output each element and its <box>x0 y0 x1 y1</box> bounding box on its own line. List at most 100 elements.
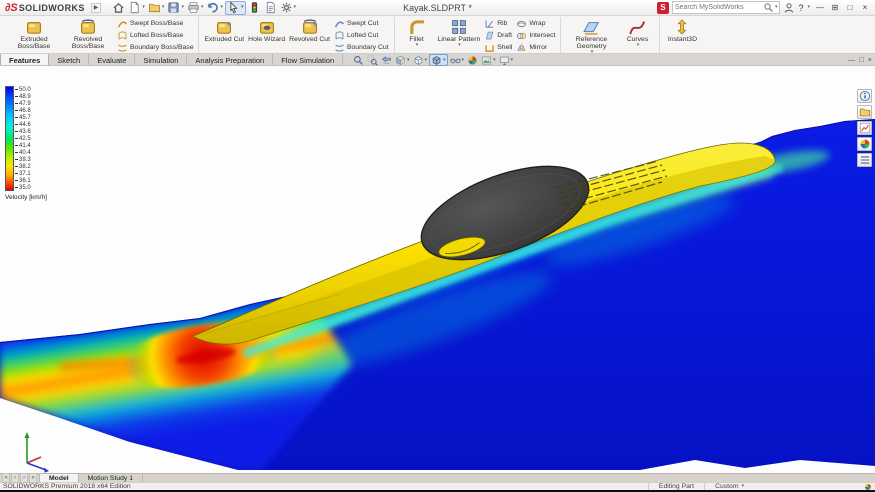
hide-show-items-button[interactable]: ▾ <box>449 54 466 66</box>
tab-evaluate[interactable]: Evaluate <box>89 54 135 65</box>
zoom-to-fit-button[interactable] <box>352 54 365 66</box>
menu-flyout-button[interactable]: ▶ <box>91 3 102 13</box>
dropdown-caret[interactable]: ▾ <box>294 5 297 10</box>
status-options-icon[interactable] <box>864 483 872 491</box>
file-properties-button[interactable] <box>263 1 278 15</box>
dropdown-caret[interactable]: ▾ <box>142 5 145 10</box>
draft-button[interactable]: Draft <box>484 30 512 41</box>
user-account-icon[interactable] <box>783 2 795 14</box>
dropdown-caret[interactable]: ▾ <box>511 58 514 63</box>
linear-pattern-button[interactable]: Linear Pattern▾ <box>436 17 483 53</box>
tab-scroll-button[interactable]: › <box>20 473 28 483</box>
boundary-cut-button[interactable]: Boundary Cut <box>334 42 389 53</box>
info-button[interactable] <box>857 89 872 103</box>
tab-simulation[interactable]: Simulation <box>135 54 187 65</box>
info-icon <box>859 90 871 102</box>
appearance-button[interactable] <box>857 137 872 151</box>
doc-restore-button[interactable]: □ <box>859 56 864 64</box>
revolved-boss-base-button[interactable]: Revolved Boss/Base <box>61 17 115 53</box>
search-icon[interactable] <box>763 2 774 13</box>
section-view-button[interactable]: ▾ <box>394 54 411 66</box>
dropdown-caret[interactable]: ▾ <box>493 58 496 63</box>
list-button[interactable] <box>857 153 872 167</box>
search-dropdown-caret[interactable]: ▾ <box>775 5 778 10</box>
help-button[interactable]: ? <box>798 3 803 13</box>
wrap-icon <box>516 18 527 29</box>
tab-scroll-button[interactable]: « <box>2 473 10 483</box>
lofted-cut-button[interactable]: Lofted Cut <box>334 30 389 41</box>
unit-system-selector[interactable]: Custom ▾ <box>704 483 754 490</box>
graphics-viewport[interactable] <box>0 66 875 473</box>
select-button[interactable]: ▾ <box>225 1 246 15</box>
dropdown-caret[interactable]: ▾ <box>181 5 184 10</box>
tab-features[interactable]: Features <box>0 54 49 65</box>
maximize-button[interactable]: ⊞ <box>828 1 842 14</box>
search-input[interactable] <box>675 4 763 11</box>
save-button[interactable]: ▾ <box>166 1 185 15</box>
hole-wizard-button[interactable]: Hole Wizard <box>246 17 287 53</box>
open-button[interactable]: ▾ <box>147 1 166 15</box>
extruded-cut-button[interactable]: Extruded Cut <box>202 17 246 53</box>
doc-close-button[interactable]: × <box>868 56 872 64</box>
print-button[interactable]: ▾ <box>186 1 205 15</box>
display-style-button[interactable]: ▾ <box>429 54 448 66</box>
close-button[interactable]: × <box>858 1 872 14</box>
mirror-button[interactable]: Mirror <box>516 42 555 53</box>
button-label: Hole Wizard <box>248 36 285 43</box>
tab-model[interactable]: Model <box>40 474 79 482</box>
tab-scroll-button[interactable]: ‹ <box>11 473 19 483</box>
dropdown-caret[interactable]: ▾ <box>416 43 419 48</box>
dropdown-caret[interactable]: ▾ <box>201 5 204 10</box>
tab-flow-simulation[interactable]: Flow Simulation <box>273 54 343 65</box>
view-orientation-button[interactable]: ▾ <box>412 54 429 66</box>
dropdown-caret[interactable]: ▾ <box>162 5 165 10</box>
doc-minimize-button[interactable]: — <box>848 56 856 64</box>
section-view-icon <box>395 55 406 66</box>
options-button[interactable]: ▾ <box>279 1 298 15</box>
home-button[interactable] <box>111 1 126 15</box>
help-dropdown-caret[interactable]: ▾ <box>807 5 810 10</box>
legend-tick <box>15 180 18 181</box>
dropdown-caret[interactable]: ▾ <box>220 5 223 10</box>
curves-button[interactable]: Curves▾ <box>618 17 656 53</box>
rib-button[interactable]: Rib <box>484 18 512 29</box>
undo-icon <box>206 1 219 14</box>
edit-appearance-button[interactable] <box>466 54 479 66</box>
solidworks-search-badge-icon: S <box>657 2 669 14</box>
view-settings-button[interactable]: ▾ <box>498 54 515 66</box>
new-button[interactable]: ▾ <box>127 1 146 15</box>
tab-sketch[interactable]: Sketch <box>49 54 89 65</box>
undo-button[interactable]: ▾ <box>205 1 224 15</box>
plot-button[interactable] <box>857 121 872 135</box>
tab-analysis-preparation[interactable]: Analysis Preparation <box>187 54 273 65</box>
instant3d-button[interactable]: Instant3D <box>663 17 701 53</box>
dropdown-caret[interactable]: ▾ <box>407 58 410 63</box>
unit-system-caret[interactable]: ▾ <box>741 484 744 489</box>
dropdown-caret[interactable]: ▾ <box>425 58 428 63</box>
revolved-cut-button[interactable]: Revolved Cut <box>287 17 332 53</box>
rebuild-button[interactable] <box>247 1 262 15</box>
swept-cut-button[interactable]: Swept Cut <box>334 18 389 29</box>
lofted-boss-base-button[interactable]: Lofted Boss/Base <box>117 30 193 41</box>
boundary-boss-base-button[interactable]: Boundary Boss/Base <box>117 42 193 53</box>
restore-button[interactable]: □ <box>843 1 857 14</box>
extruded-boss-base-button[interactable]: Extruded Boss/Base <box>7 17 61 53</box>
minimize-button[interactable]: — <box>813 1 827 14</box>
tab-motion-study-1[interactable]: Motion Study 1 <box>79 474 143 482</box>
dropdown-caret[interactable]: ▾ <box>462 58 465 63</box>
dropdown-caret[interactable]: ▾ <box>443 58 446 63</box>
reference-geometry-button[interactable]: Reference Geometry▾ <box>564 17 618 53</box>
fillet-button[interactable]: Fillet▾ <box>398 17 436 53</box>
apply-scene-button[interactable]: ▾ <box>480 54 497 66</box>
dropdown-caret[interactable]: ▾ <box>458 43 461 48</box>
dropdown-caret[interactable]: ▾ <box>637 43 640 48</box>
swept-boss-base-button[interactable]: Swept Boss/Base <box>117 18 193 29</box>
intersect-button[interactable]: Intersect <box>516 30 555 41</box>
wrap-button[interactable]: Wrap <box>516 18 555 29</box>
shell-button[interactable]: Shell <box>484 42 512 53</box>
tab-scroll-button[interactable]: » <box>29 473 37 483</box>
dropdown-caret[interactable]: ▾ <box>241 5 244 10</box>
previous-view-button[interactable] <box>380 54 393 66</box>
open-results-button[interactable] <box>857 105 872 119</box>
zoom-to-area-button[interactable] <box>366 54 379 66</box>
